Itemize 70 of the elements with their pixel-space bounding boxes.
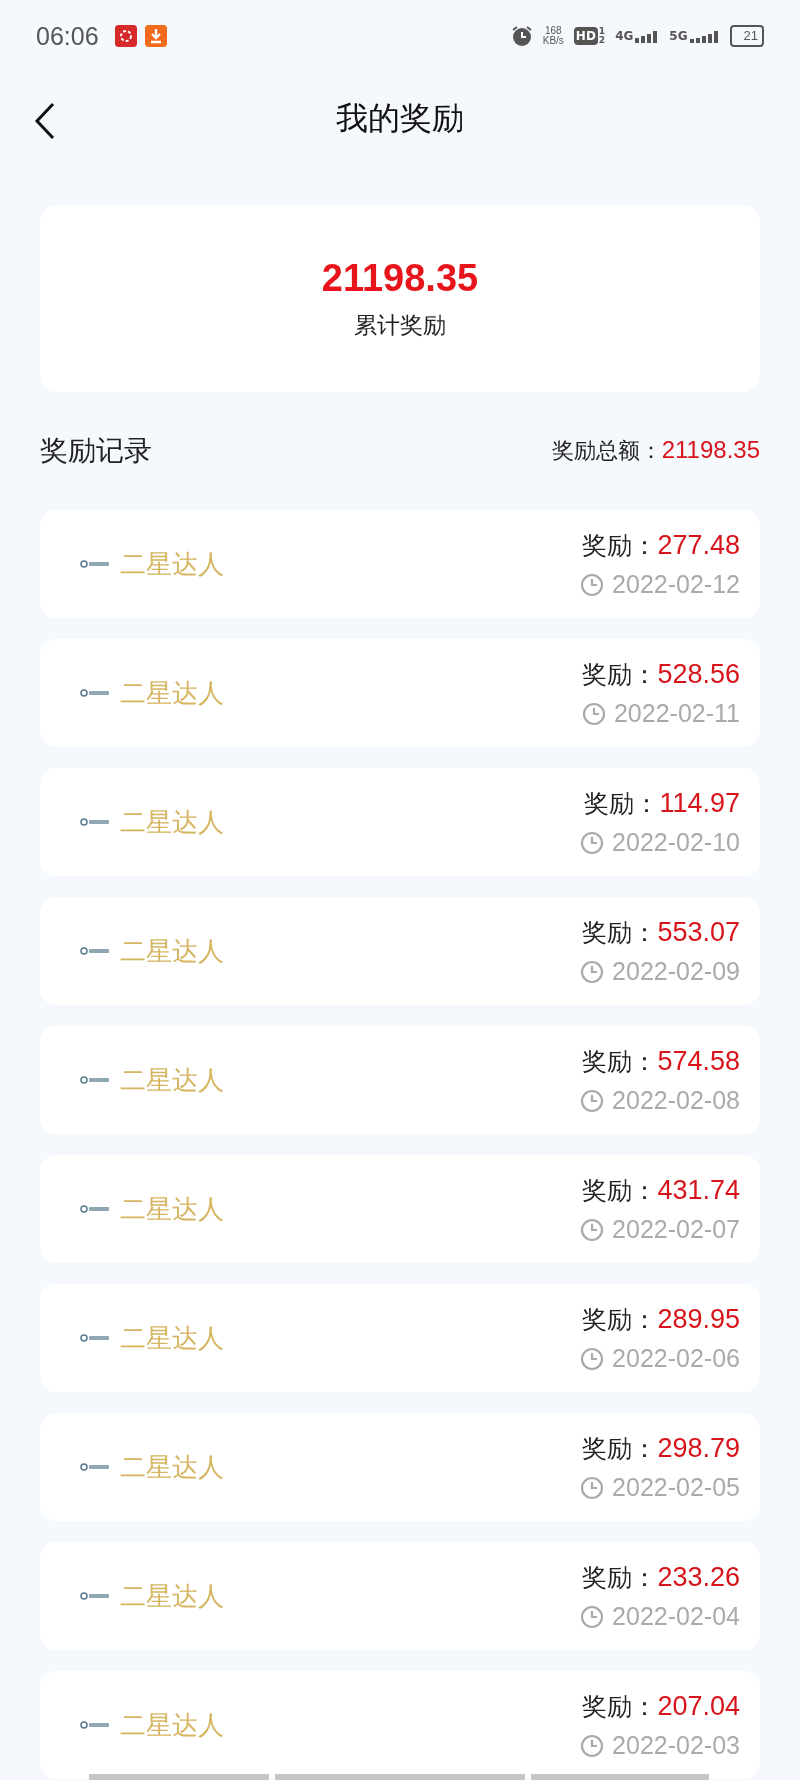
section-title: 奖励记录: [40, 433, 153, 469]
badge-icon: [80, 688, 110, 698]
level-title: 二星达人: [120, 934, 225, 968]
badge-icon: [80, 559, 110, 569]
badge-icon: [80, 1591, 110, 1601]
page-title: 我的奖励: [336, 98, 464, 139]
level-title: 二星达人: [120, 1708, 225, 1742]
total-label: 累计奖励: [354, 310, 446, 340]
sim-index: 1: [598, 27, 606, 36]
total-amount: 21198.35: [321, 256, 479, 300]
level-title: 二星达人: [120, 1579, 225, 1613]
reward-amount: 奖励：431.74: [582, 1174, 740, 1207]
clock-icon: [580, 1604, 605, 1629]
reward-amount: 奖励：553.07: [582, 916, 740, 949]
reward-date: 2022-02-12: [612, 570, 740, 599]
clock-icon: [580, 1217, 605, 1242]
reward-date: 2022-02-10: [612, 828, 740, 857]
badge-icon: [80, 1333, 110, 1343]
reward-amount: 奖励：574.58: [582, 1045, 740, 1078]
badge-icon: [80, 817, 110, 827]
speed-unit: KB/s: [542, 36, 564, 46]
reward-date: 2022-02-03: [612, 1731, 740, 1760]
network-type: 5G: [669, 29, 688, 43]
reward-amount: 奖励：298.79: [582, 1432, 740, 1465]
clock-icon: [580, 1475, 605, 1500]
reward-date: 2022-02-05: [612, 1473, 740, 1502]
clock-icon: [580, 830, 605, 855]
level-title: 二星达人: [120, 1063, 225, 1097]
reward-amount: 奖励：207.04: [582, 1690, 740, 1723]
clock-icon: [580, 1088, 605, 1113]
status-time: 06:06: [36, 21, 99, 51]
reward-total: 奖励总额：21198.35: [551, 436, 760, 465]
badge-icon: [80, 1075, 110, 1085]
network-speed: 168: [544, 26, 562, 36]
reward-date: 2022-02-06: [612, 1344, 740, 1373]
level-title: 二星达人: [120, 547, 225, 581]
level-title: 二星达人: [120, 1321, 225, 1355]
level-title: 二星达人: [120, 805, 225, 839]
badge-icon: [80, 1462, 110, 1472]
reward-date: 2022-02-07: [612, 1215, 740, 1244]
badge-icon: [80, 1204, 110, 1214]
sim-index: 2: [598, 36, 606, 45]
reward-amount: 奖励：277.48: [582, 529, 740, 562]
clock-icon: [580, 1346, 605, 1371]
back-icon[interactable]: [34, 102, 56, 140]
network-type: 4G: [615, 29, 634, 43]
badge-icon: [80, 946, 110, 956]
hd-label: HD: [573, 27, 598, 45]
flower-app-icon: [114, 25, 137, 47]
reward-amount: 奖励：528.56: [582, 658, 740, 691]
reward-date: 2022-02-11: [613, 699, 740, 728]
level-title: 二星达人: [120, 1450, 225, 1484]
level-title: 二星达人: [120, 1192, 225, 1226]
battery-level: 21: [729, 25, 764, 47]
reward-date: 2022-02-08: [612, 1086, 740, 1115]
clock-icon: [580, 1733, 605, 1758]
clock-icon: [580, 959, 605, 984]
alarm-icon: [510, 25, 533, 47]
level-title: 二星达人: [120, 676, 225, 710]
signal-icon: [635, 31, 660, 43]
download-icon: [144, 25, 167, 47]
reward-amount: 奖励：233.26: [582, 1561, 740, 1594]
badge-icon: [80, 1720, 110, 1730]
reward-amount: 奖励：289.95: [582, 1303, 740, 1336]
reward-amount: 奖励：114.97: [584, 787, 740, 820]
clock-icon: [580, 572, 605, 597]
signal-icon: [689, 31, 720, 43]
reward-date: 2022-02-09: [612, 957, 740, 986]
reward-date: 2022-02-04: [612, 1602, 740, 1631]
clock-icon: [581, 701, 606, 726]
